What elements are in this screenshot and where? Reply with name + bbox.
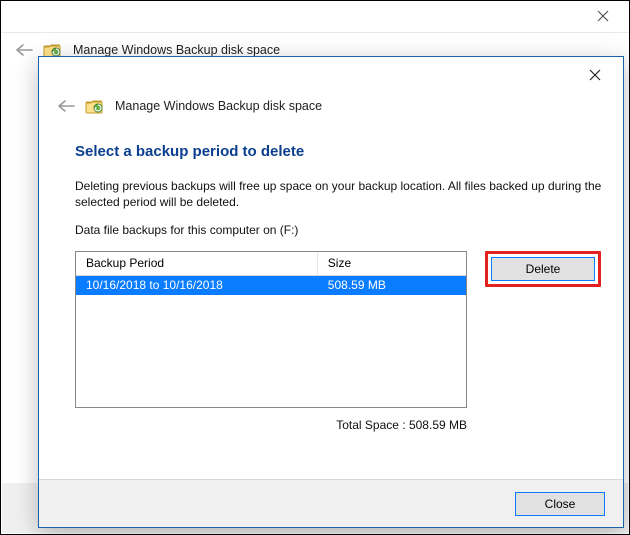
backup-period-table[interactable]: Backup Period Size 10/16/2018 to 10/16/2… xyxy=(75,251,467,408)
cell-size: 508.59 MB xyxy=(318,276,466,295)
dialog-subdescription: Data file backups for this computer on (… xyxy=(75,222,605,238)
dialog-heading: Select a backup period to delete xyxy=(75,143,605,160)
total-space-label: Total Space : 508.59 MB xyxy=(75,418,467,432)
close-icon xyxy=(597,10,609,22)
parent-close-button[interactable] xyxy=(583,4,623,28)
dialog-window-title: Manage Windows Backup disk space xyxy=(115,99,322,113)
table-empty-area xyxy=(76,295,466,407)
table-row[interactable]: 10/16/2018 to 10/16/2018 508.59 MB xyxy=(76,276,466,295)
dialog-description: Deleting previous backups will free up s… xyxy=(75,178,605,210)
column-header-period[interactable]: Backup Period xyxy=(76,252,318,276)
close-icon xyxy=(589,69,601,81)
column-header-size[interactable]: Size xyxy=(318,252,466,276)
dialog-back-arrow-icon[interactable] xyxy=(57,99,75,113)
delete-button[interactable]: Delete xyxy=(491,257,595,281)
backup-period-dialog: Manage Windows Backup disk space Select … xyxy=(38,56,624,528)
back-arrow-icon[interactable] xyxy=(15,43,33,57)
close-button[interactable]: Close xyxy=(515,492,605,516)
cell-period: 10/16/2018 to 10/16/2018 xyxy=(76,276,318,295)
delete-highlight: Delete xyxy=(485,251,601,287)
parent-window-title: Manage Windows Backup disk space xyxy=(73,43,280,57)
dialog-footer: Close xyxy=(39,479,623,527)
dialog-close-button[interactable] xyxy=(575,63,615,87)
parent-titlebar xyxy=(1,1,629,33)
backup-folder-icon xyxy=(85,97,105,115)
